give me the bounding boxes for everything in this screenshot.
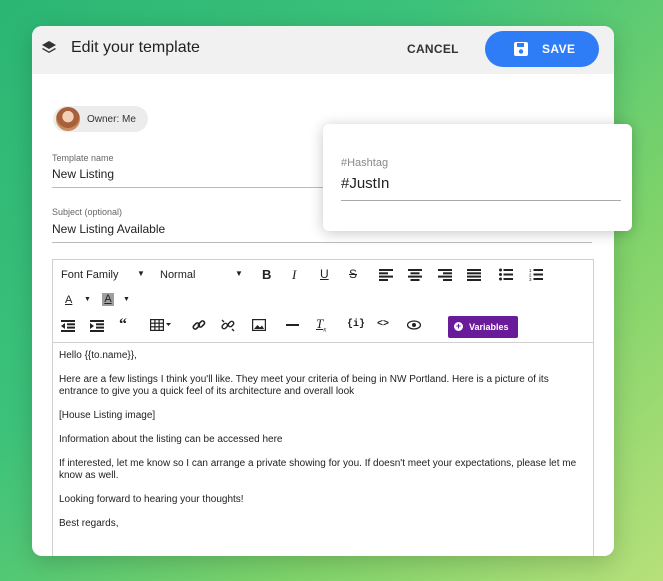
rich-text-editor: Font Family ▼ Normal ▼ B I U S 123 A ▼ A… — [52, 259, 594, 556]
bold-icon[interactable]: B — [262, 267, 271, 282]
template-name-label: Template name — [52, 153, 114, 163]
indent-icon[interactable] — [90, 320, 104, 332]
editor-body[interactable]: Hello {{to.name}}, Here are a few listin… — [59, 350, 589, 542]
align-justify-icon[interactable] — [467, 269, 481, 281]
save-icon — [513, 41, 529, 57]
outdent-icon[interactable] — [61, 320, 75, 332]
source-code-icon[interactable]: <> — [377, 319, 389, 330]
editor-toolbar: Font Family ▼ Normal ▼ B I U S 123 A ▼ A… — [53, 260, 593, 343]
link-icon[interactable] — [192, 319, 206, 332]
avatar — [56, 107, 80, 131]
horizontal-rule-icon[interactable] — [286, 324, 299, 327]
save-label: SAVE — [542, 42, 576, 56]
variables-label: Variables — [469, 322, 509, 332]
subject-label: Subject (optional) — [52, 207, 123, 217]
font-family-select[interactable]: Font Family — [61, 269, 118, 281]
text-color-icon[interactable]: A — [65, 294, 72, 306]
body-paragraph: Information about the listing can be acc… — [59, 434, 283, 445]
edit-template-dialog: Edit your template CANCEL SAVE Owner: Me… — [32, 26, 614, 556]
svg-text:3: 3 — [529, 277, 532, 281]
body-paragraph: If interested, let me know so I can arra… — [59, 458, 577, 481]
chevron-down-icon: ▼ — [235, 269, 243, 278]
body-paragraph: Here are a few listings I think you'll l… — [59, 374, 549, 397]
cancel-button[interactable]: CANCEL — [407, 42, 459, 56]
template-name-underline — [52, 187, 324, 188]
blockquote-icon[interactable]: “ — [119, 316, 127, 334]
numbered-list-icon[interactable]: 123 — [529, 268, 543, 281]
hashtag-underline — [341, 200, 621, 201]
variables-button[interactable]: + Variables — [448, 316, 518, 338]
hashtag-field[interactable]: #JustIn — [341, 175, 389, 192]
dialog-header: Edit your template CANCEL SAVE — [32, 26, 614, 74]
clear-format-icon[interactable]: Tx — [316, 316, 326, 334]
image-icon[interactable] — [252, 319, 266, 331]
strikethrough-icon[interactable]: S — [349, 267, 357, 281]
align-right-icon[interactable] — [438, 269, 452, 281]
body-paragraph: Looking forward to hearing your thoughts… — [59, 494, 244, 505]
save-button[interactable]: SAVE — [485, 31, 599, 67]
subject-underline — [52, 242, 592, 243]
align-center-icon[interactable] — [408, 269, 422, 281]
hashtag-label: #Hashtag — [341, 157, 389, 169]
preview-eye-icon[interactable] — [407, 320, 421, 330]
greeting-line: Hello {{to.name}}, — [59, 350, 137, 361]
bulleted-list-icon[interactable] — [499, 268, 513, 281]
subject-field[interactable]: New Listing Available — [52, 222, 165, 236]
body-paragraph: [House Listing image] — [59, 410, 156, 421]
underline-icon[interactable]: U — [320, 267, 329, 281]
chevron-down-icon: ▼ — [123, 296, 130, 303]
italic-icon[interactable]: I — [292, 267, 296, 283]
layers-icon — [40, 39, 58, 57]
unlink-icon[interactable] — [221, 319, 235, 332]
owner-chip[interactable]: Owner: Me — [53, 106, 148, 132]
closing-line: Best regards, — [59, 518, 119, 529]
plus-icon: + — [454, 321, 463, 331]
chevron-down-icon: ▼ — [84, 296, 91, 303]
table-icon[interactable] — [150, 319, 172, 331]
highlight-color-icon[interactable]: A — [102, 293, 114, 306]
code-block-icon[interactable]: {i} — [347, 319, 365, 330]
font-size-select[interactable]: Normal — [160, 269, 195, 281]
hashtag-card: #Hashtag #JustIn — [323, 124, 632, 231]
dialog-title: Edit your template — [71, 39, 200, 56]
owner-label: Owner: Me — [87, 114, 136, 125]
chevron-down-icon: ▼ — [137, 269, 145, 278]
align-left-icon[interactable] — [379, 269, 393, 281]
template-name-field[interactable]: New Listing — [52, 167, 114, 181]
